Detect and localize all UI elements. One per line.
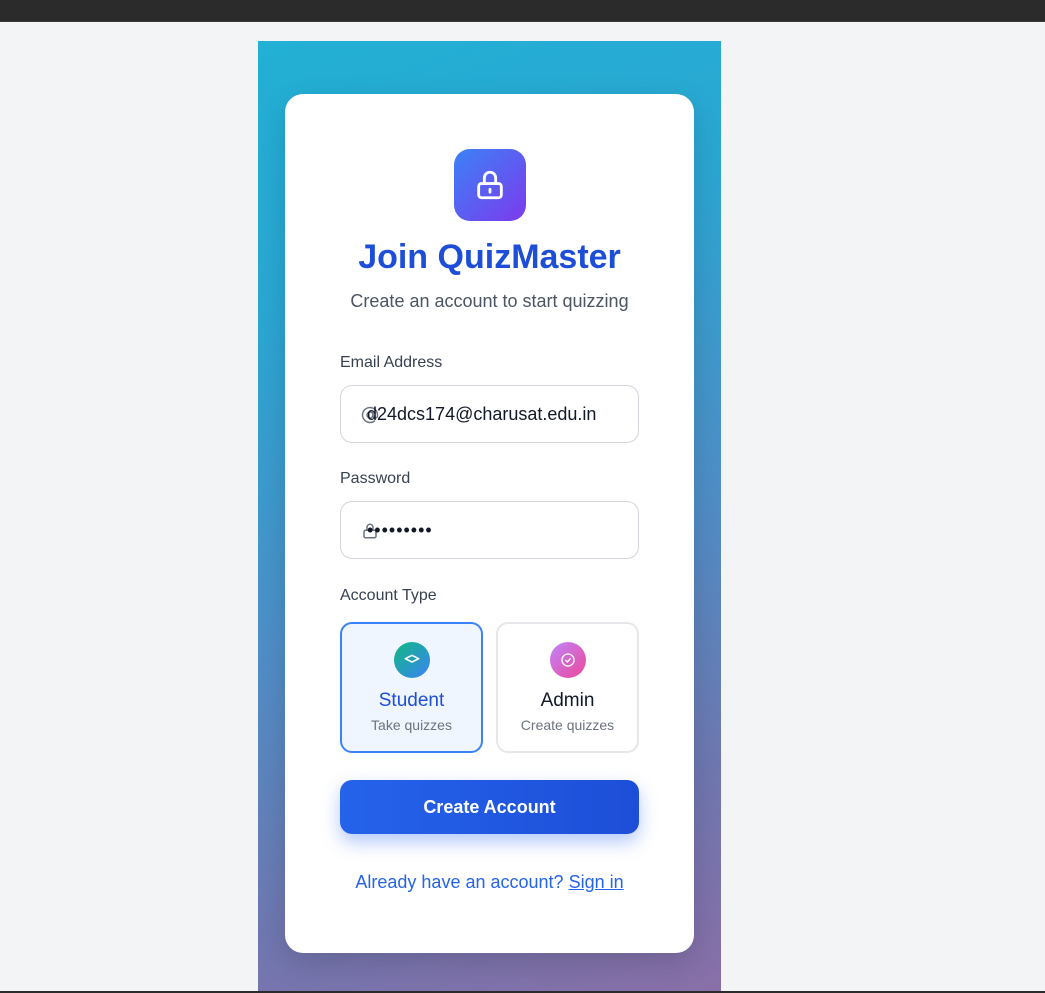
page-background: Join QuizMaster Create an account to sta… <box>258 41 721 993</box>
page-title: Join QuizMaster <box>358 238 621 276</box>
email-field[interactable] <box>367 386 627 442</box>
account-type-name: Student <box>378 690 445 711</box>
sign-in-link[interactable]: Sign in <box>569 872 624 892</box>
account-type-admin[interactable]: Admin Create quizzes <box>496 622 639 753</box>
email-field-wrapper <box>340 385 639 443</box>
account-type-student[interactable]: Student Take quizzes <box>340 622 483 753</box>
account-type-name: Admin <box>540 690 595 711</box>
account-type-desc: Take quizzes <box>371 717 452 733</box>
create-account-button[interactable]: Create Account <box>340 780 639 834</box>
password-label: Password <box>340 470 411 487</box>
check-circle-icon <box>550 642 586 678</box>
email-label: Email Address <box>340 354 443 371</box>
account-type-desc: Create quizzes <box>520 717 615 733</box>
password-field[interactable] <box>367 502 627 558</box>
signup-card: Join QuizMaster Create an account to sta… <box>285 94 694 953</box>
graduation-cap-icon <box>394 642 430 678</box>
page-subtitle: Create an account to start quizzing <box>350 291 629 311</box>
lock-icon <box>454 149 526 221</box>
signin-prompt: Already have an account? Sign in <box>285 872 694 893</box>
password-field-wrapper <box>340 501 639 559</box>
account-type-label: Account Type <box>340 587 437 604</box>
signin-prompt-text: Already have an account? <box>355 872 564 892</box>
browser-top-bar <box>0 0 1045 22</box>
